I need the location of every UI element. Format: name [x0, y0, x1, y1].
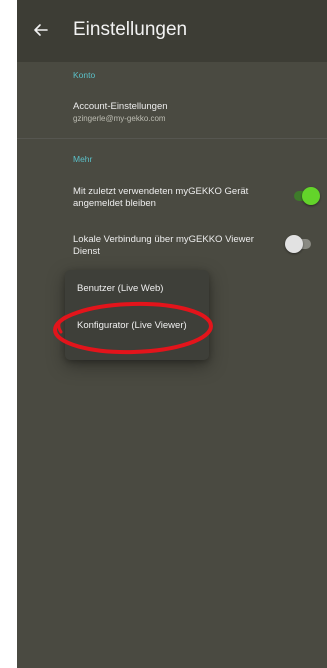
section-label-mehr: Mehr [73, 154, 93, 164]
stay-logged-in-label: Mit zuletzt verwendeten myGEKKO Gerät an… [73, 186, 249, 209]
settings-screen: Einstellungen Konto Account-Einstellunge… [17, 0, 327, 668]
app-bar: Einstellungen [17, 0, 327, 62]
switch-thumb [302, 187, 320, 205]
local-connection-label: Lokale Verbindung über myGEKKO Viewer Di… [73, 234, 254, 257]
switch-thumb [285, 235, 303, 253]
stay-logged-in-switch[interactable] [292, 187, 320, 205]
menu-item-konfigurator[interactable]: Konfigurator (Live Viewer) [77, 320, 187, 332]
section-divider [17, 138, 327, 139]
arrow-left-icon[interactable] [31, 20, 51, 40]
page-title: Einstellungen [73, 19, 188, 40]
local-connection-switch[interactable] [285, 235, 313, 253]
account-settings-title: Account-Einstellungen [73, 101, 168, 112]
viewer-mode-menu: Benutzer (Live Web) Konfigurator (Live V… [65, 270, 209, 360]
account-email: gzingerle@my-gekko.com [73, 114, 166, 123]
menu-item-benutzer[interactable]: Benutzer (Live Web) [77, 283, 163, 295]
section-label-konto: Konto [73, 70, 96, 80]
